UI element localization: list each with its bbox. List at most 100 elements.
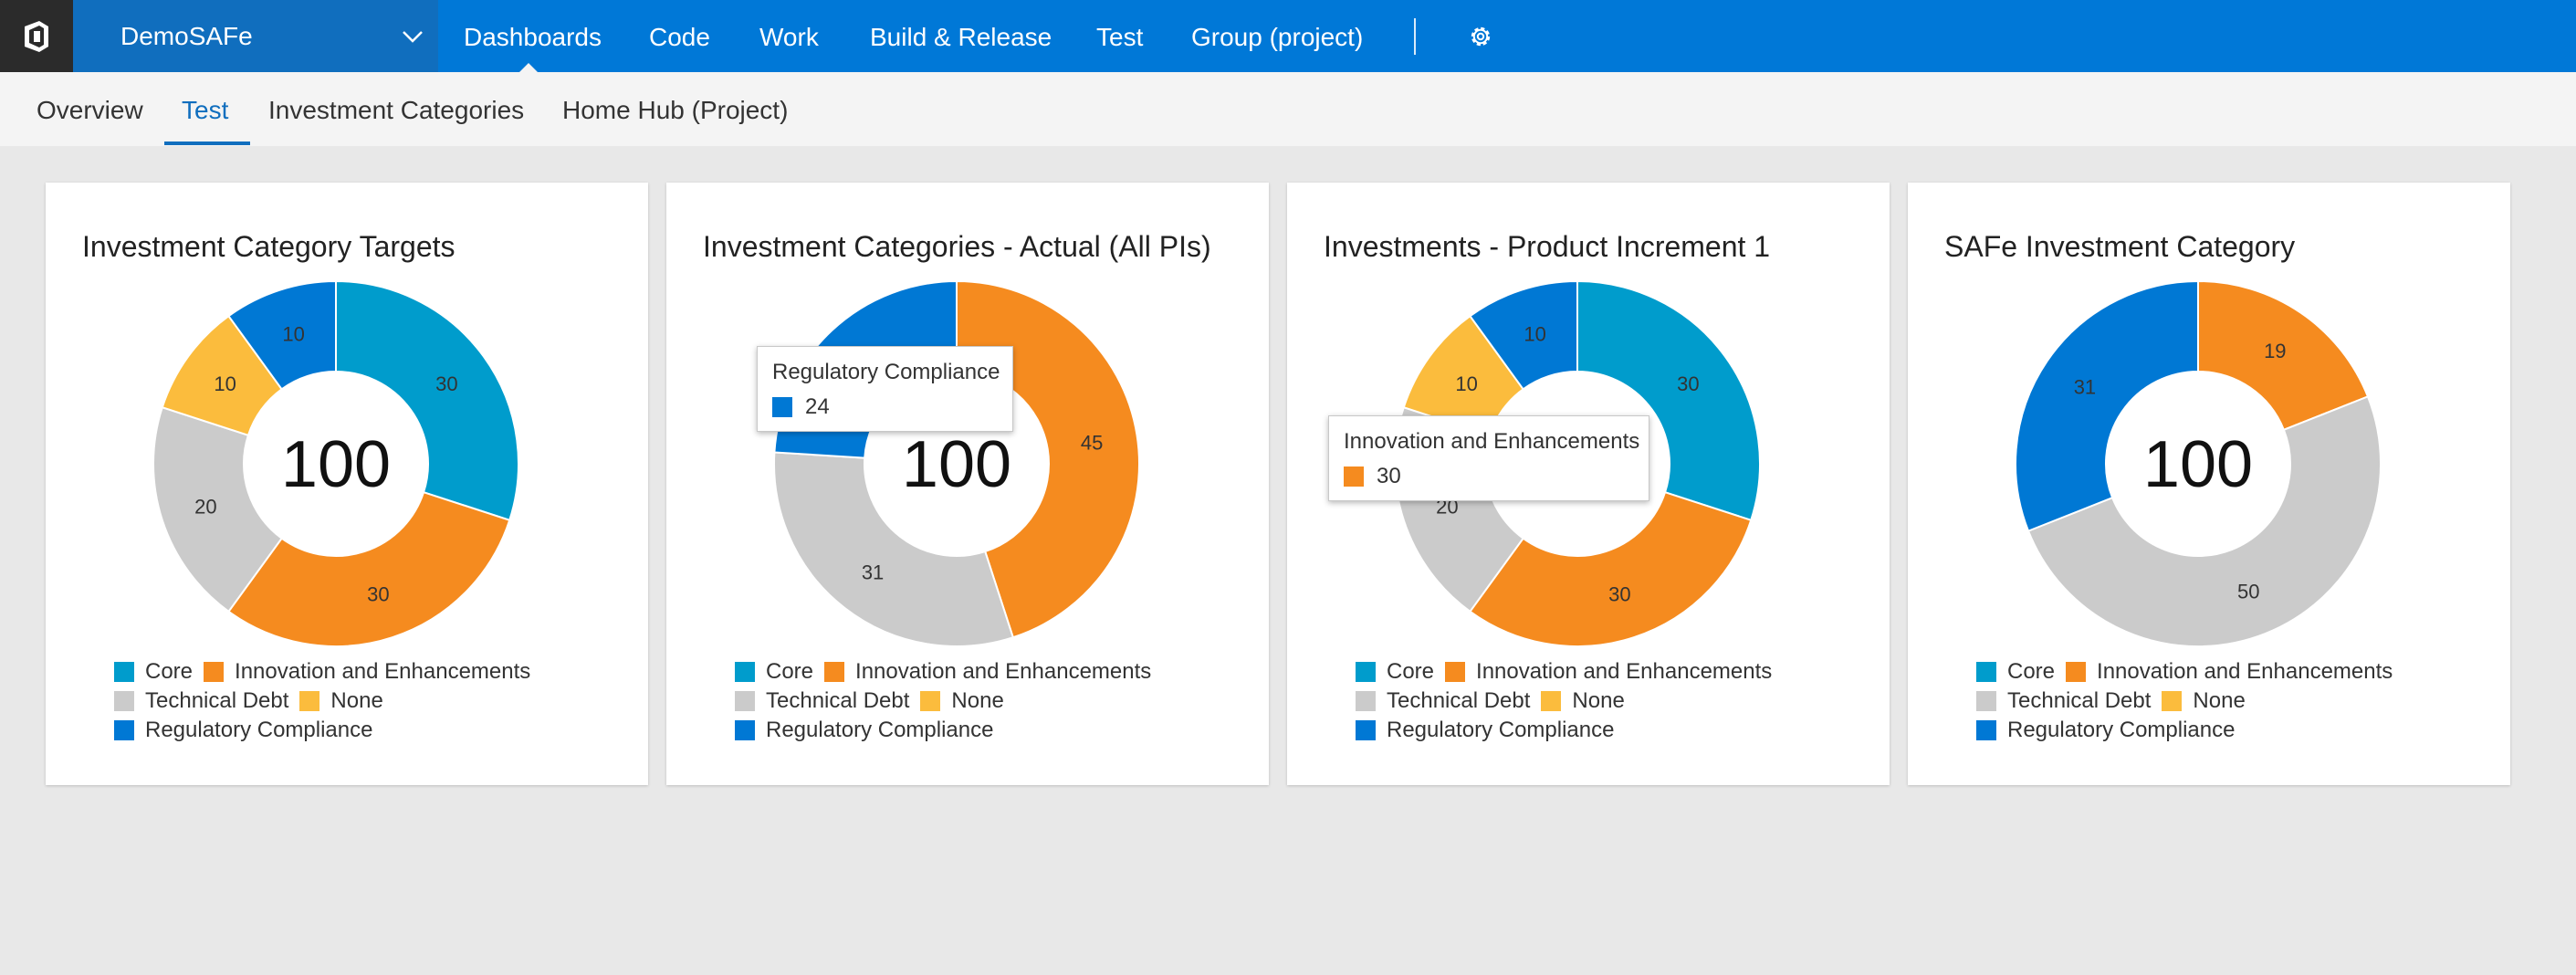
widget-investment-category-targets[interactable]: 30 30 20 10 10 100 Investment Category Target… — [46, 183, 648, 785]
legend-label: Technical Debt — [766, 688, 910, 713]
legend-swatch — [1356, 691, 1376, 711]
legend-swatch — [1976, 662, 1996, 682]
legend-row: Core Innovation and Enhancements — [1356, 657, 1783, 687]
slice-value-label: 10 — [214, 372, 236, 395]
legend-swatch — [114, 720, 134, 740]
legend-item-core[interactable]: Core — [114, 659, 193, 685]
legend-swatch — [1976, 691, 1996, 711]
legend-row: Regulatory Compliance — [1976, 716, 2403, 745]
chevron-down-icon[interactable] — [400, 24, 425, 49]
slice-value-label: 30 — [435, 372, 457, 395]
legend-item-regulatory-compliance[interactable]: Regulatory Compliance — [114, 718, 372, 743]
legend-item-innovation-and-enhancements[interactable]: Innovation and Enhancements — [824, 659, 1151, 685]
tab-test[interactable]: Test — [182, 72, 228, 146]
slice-value-label: 10 — [1455, 372, 1477, 395]
legend-item-core[interactable]: Core — [735, 659, 813, 685]
widget-safe-investment-category[interactable]: 19 50 31 100 SAFe Investment Category Core I… — [1908, 183, 2510, 785]
slice-innovation-and-enhancements[interactable] — [1469, 490, 1753, 647]
nav-dashboards[interactable]: Dashboards — [464, 0, 602, 72]
legend-label: Core — [2007, 659, 2056, 684]
nav-group-project[interactable]: Group (project) — [1191, 0, 1363, 72]
legend-item-technical-debt[interactable]: Technical Debt — [735, 688, 909, 714]
project-name[interactable]: DemoSAFe — [120, 0, 253, 72]
legend-label: Regulatory Compliance — [2007, 718, 2236, 742]
legend-row: Technical Debt None — [114, 687, 541, 716]
legend-item-none[interactable]: None — [1541, 688, 1625, 714]
nav-build-release[interactable]: Build & Release — [870, 0, 1052, 72]
legend-swatch — [1976, 720, 1996, 740]
legend-item-innovation-and-enhancements[interactable]: Innovation and Enhancements — [2066, 659, 2393, 685]
legend-label: Regulatory Compliance — [766, 718, 994, 742]
legend-label: Innovation and Enhancements — [2097, 659, 2393, 684]
widget-investments-product-increment-1[interactable]: 3030201010100 Investments - Product Incr… — [1287, 183, 1890, 785]
legend-item-technical-debt[interactable]: Technical Debt — [1976, 688, 2151, 714]
legend-label: Technical Debt — [145, 688, 289, 713]
legend-item-innovation-and-enhancements[interactable]: Innovation and Enhancements — [1445, 659, 1772, 685]
widget-title: Investments - Product Increment 1 — [1324, 230, 1771, 263]
legend-label: Regulatory Compliance — [145, 718, 373, 742]
legend-item-regulatory-compliance[interactable]: Regulatory Compliance — [735, 718, 993, 743]
legend-swatch — [920, 691, 941, 711]
legend-swatch — [1356, 720, 1376, 740]
legend-swatch — [114, 691, 134, 711]
slice-innovation-and-enhancements[interactable] — [227, 490, 511, 647]
legend-label: Core — [1387, 659, 1435, 684]
chart-legend: Core Innovation and Enhancements Technical… — [114, 657, 541, 745]
slice-value-label: 10 — [1524, 322, 1545, 345]
legend-swatch — [735, 720, 755, 740]
legend-item-none[interactable]: None — [2162, 688, 2246, 714]
legend-label: Innovation and Enhancements — [235, 659, 531, 684]
legend-item-innovation-and-enhancements[interactable]: Innovation and Enhancements — [204, 659, 530, 685]
tab-overview[interactable]: Overview — [37, 72, 143, 146]
legend-item-core[interactable]: Core — [1356, 659, 1434, 685]
legend-label: Technical Debt — [2007, 688, 2152, 713]
tab-home-hub-project[interactable]: Home Hub (Project) — [562, 72, 788, 146]
tab-investment-categories[interactable]: Investment Categories — [268, 72, 524, 146]
legend-label: Core — [145, 659, 194, 684]
slice-value-label: 45 — [1081, 432, 1103, 455]
donut-total-label: 100 — [281, 428, 391, 501]
legend-item-core[interactable]: Core — [1976, 659, 2055, 685]
tooltip-value: 24 — [805, 394, 830, 419]
nav-divider — [1414, 18, 1416, 55]
gear-icon[interactable] — [1467, 23, 1494, 50]
slice-value-label: 30 — [367, 583, 389, 606]
tooltip-label: Regulatory Compliance — [772, 360, 1000, 384]
widget-title: Investment Category Targets — [82, 230, 456, 263]
logo-icon — [25, 20, 48, 52]
donut-total-label: 100 — [2143, 428, 2253, 501]
legend-row: Regulatory Compliance — [1356, 716, 1783, 745]
legend-label: None — [951, 688, 1004, 713]
nav-code[interactable]: Code — [649, 0, 710, 72]
nav-work[interactable]: Work — [759, 0, 819, 72]
legend-swatch — [824, 662, 845, 682]
legend-item-regulatory-compliance[interactable]: Regulatory Compliance — [1356, 718, 1614, 743]
tooltip-swatch — [772, 397, 792, 417]
legend-label: Innovation and Enhancements — [1476, 659, 1773, 684]
slice-value-label: 10 — [282, 322, 304, 345]
tooltip-swatch — [1344, 467, 1364, 487]
legend-row: Core Innovation and Enhancements — [1976, 657, 2403, 687]
legend-label: Regulatory Compliance — [1387, 718, 1615, 742]
widget-investment-categories-actual[interactable]: 45 31 24 100 Investment Categories - Actual… — [666, 183, 1269, 785]
nav-test[interactable]: Test — [1096, 0, 1143, 72]
slice-value-label: 30 — [1608, 583, 1630, 606]
legend-row: Core Innovation and Enhancements — [735, 657, 1162, 687]
donut-total-label: 100 — [902, 428, 1011, 501]
legend-item-technical-debt[interactable]: Technical Debt — [114, 688, 288, 714]
legend-row: Core Innovation and Enhancements — [114, 657, 541, 687]
dashboard-tabs-bar: Overview Test Investment Categories Home… — [0, 72, 2576, 146]
slice-value-label: 31 — [862, 561, 884, 584]
legend-item-none[interactable]: None — [920, 688, 1004, 714]
legend-item-regulatory-compliance[interactable]: Regulatory Compliance — [1976, 718, 2235, 743]
legend-item-technical-debt[interactable]: Technical Debt — [1356, 688, 1530, 714]
slice-value-label: 19 — [2264, 340, 2286, 362]
chart-tooltip: Innovation and Enhancements 30 — [1328, 415, 1649, 501]
legend-label: Technical Debt — [1387, 688, 1531, 713]
legend-label: Innovation and Enhancements — [855, 659, 1152, 684]
legend-swatch — [204, 662, 225, 682]
legend-row: Technical Debt None — [735, 687, 1162, 716]
widget-title: Investment Categories - Actual (All PIs) — [703, 230, 1211, 263]
azure-devops-logo[interactable] — [0, 0, 73, 72]
legend-item-none[interactable]: None — [299, 688, 383, 714]
